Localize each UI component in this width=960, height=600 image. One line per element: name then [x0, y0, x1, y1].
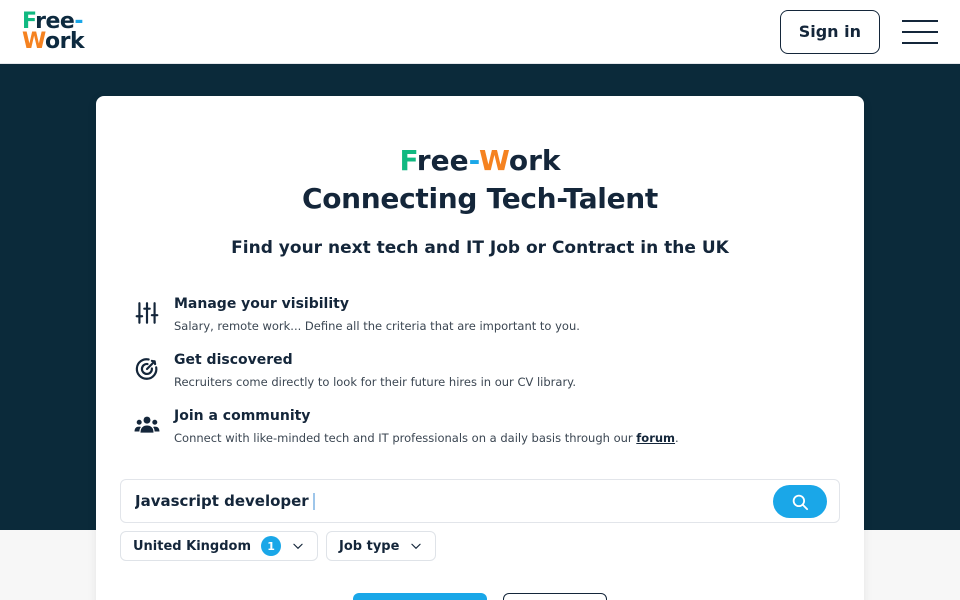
menu-bar-line — [902, 30, 938, 33]
feature-description-suffix: . — [675, 431, 679, 445]
brand-letter-w: W — [478, 144, 509, 177]
search-filters: United Kingdom 1 Job type — [120, 531, 437, 561]
forum-link[interactable]: forum — [636, 431, 675, 445]
feature-description: Salary, remote work... Define all the cr… — [174, 319, 580, 333]
brand-letter-f: F — [399, 144, 417, 177]
header-actions: Sign in — [779, 9, 938, 54]
search-button[interactable] — [773, 485, 827, 518]
job-search-input[interactable] — [135, 480, 755, 522]
job-search-bar — [120, 479, 840, 523]
feature-list: Manage your visibility Salary, remote wo… — [134, 296, 814, 464]
menu-bar-line — [902, 41, 938, 44]
job-type-filter-label: Job type — [339, 538, 400, 554]
feature-description: Recruiters come directly to look for the… — [174, 375, 577, 389]
tagline: Connecting Tech-Talent — [301, 182, 659, 215]
secondary-action-button[interactable] — [503, 593, 607, 600]
subtitle: Find your next tech and IT Job or Contra… — [231, 238, 729, 258]
hero-card: Free-Work Connecting Tech-Talent Find yo… — [96, 96, 864, 600]
job-type-filter-dropdown[interactable]: Job type — [326, 531, 437, 561]
feature-item-visibility: Manage your visibility Salary, remote wo… — [134, 296, 814, 352]
sign-in-button[interactable]: Sign in — [779, 9, 880, 54]
menu-bar-line — [902, 19, 938, 22]
brand-text-ork: ork — [508, 144, 561, 177]
search-icon — [792, 494, 809, 510]
chevron-down-icon — [411, 543, 422, 550]
feature-item-community: Join a community Connect with like-minde… — [134, 408, 814, 464]
brand-text-ree: ree — [416, 144, 469, 177]
feature-title: Manage your visibility — [174, 296, 349, 312]
feature-title: Join a community — [174, 408, 311, 424]
brand-heading: Free-Work — [96, 144, 864, 177]
feature-description: Connect with like-minded tech and IT pro… — [174, 431, 679, 445]
free-work-logo[interactable]: Free- Work — [22, 10, 85, 52]
target-icon — [135, 358, 158, 380]
top-navigation-bar: Free- Work Sign in — [0, 0, 960, 64]
text-cursor — [313, 493, 315, 510]
feature-description-text: Connect with like-minded tech and IT pro… — [174, 431, 637, 445]
brand-dash: - — [468, 144, 479, 177]
feature-item-discovered: Get discovered Recruiters come directly … — [134, 352, 814, 408]
users-icon — [134, 416, 160, 433]
feature-title: Get discovered — [174, 352, 293, 368]
location-filter-label: United Kingdom — [133, 538, 252, 554]
location-filter-dropdown[interactable]: United Kingdom 1 — [120, 531, 319, 561]
hamburger-menu-icon[interactable] — [902, 18, 938, 46]
sliders-icon — [135, 302, 159, 324]
primary-action-button[interactable] — [353, 593, 487, 600]
location-count-badge: 1 — [261, 536, 282, 556]
chevron-down-icon — [293, 543, 303, 550]
